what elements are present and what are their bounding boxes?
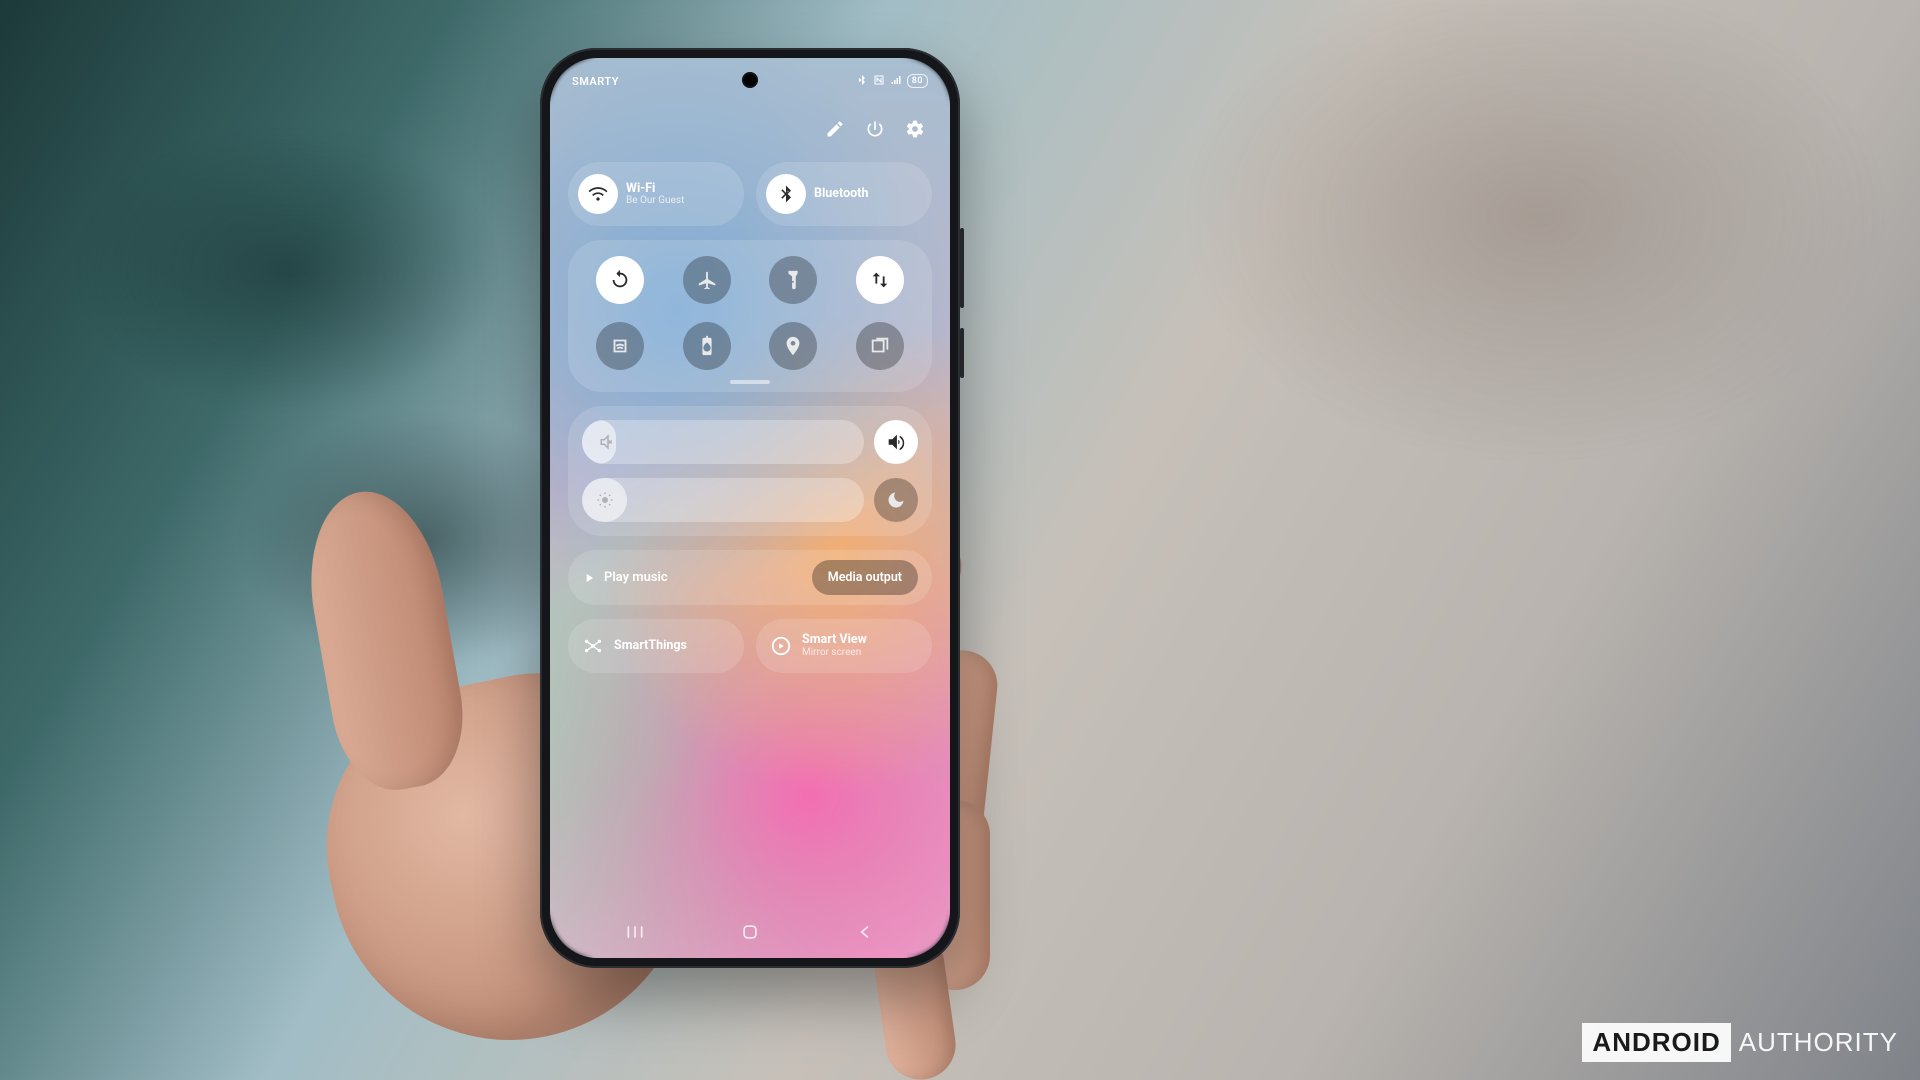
panel-drag-handle[interactable]: [730, 380, 770, 384]
smart-view-icon: [770, 635, 792, 657]
watermark: ANDROID AUTHORITY: [1582, 1023, 1898, 1062]
sound-mode-button[interactable]: [874, 420, 918, 464]
back-button[interactable]: [835, 923, 895, 941]
smartthings-title: SmartThings: [614, 639, 687, 653]
watermark-brand: ANDROID: [1582, 1023, 1730, 1062]
bluetooth-status-icon: [856, 74, 868, 89]
leaf-battery-icon: [696, 335, 718, 357]
smart-view-subtitle: Mirror screen: [802, 647, 867, 659]
volume-fill: [582, 420, 616, 464]
sliders-panel: [568, 406, 932, 536]
airplane-icon: [696, 269, 718, 291]
phone-frame: SMARTY 80: [540, 48, 960, 968]
wifi-title: Wi-Fi: [626, 182, 684, 196]
wifi-icon: [578, 174, 618, 214]
smartthings-icon: [582, 635, 604, 657]
multi-window-icon: [869, 335, 891, 357]
camera-notch: [742, 72, 758, 88]
smart-view-title: Smart View: [802, 633, 867, 647]
location-pin-icon: [782, 335, 804, 357]
multi-window-toggle[interactable]: [856, 322, 904, 370]
watermark-word: AUTHORITY: [1739, 1027, 1898, 1058]
airplane-mode-toggle[interactable]: [683, 256, 731, 304]
dark-mode-button[interactable]: [874, 478, 918, 522]
flashlight-icon: [782, 269, 804, 291]
flashlight-toggle[interactable]: [769, 256, 817, 304]
play-music-label: Play music: [604, 570, 668, 585]
carrier-label: SMARTY: [572, 75, 619, 88]
signal-status-icon: [890, 74, 902, 89]
home-button[interactable]: [720, 923, 780, 941]
bluetooth-tile[interactable]: Bluetooth: [756, 162, 932, 226]
battery-status-icon: 80: [907, 74, 928, 88]
screen: SMARTY 80: [550, 58, 950, 958]
rotate-icon: [609, 269, 631, 291]
nfc-status-icon: [873, 74, 885, 89]
brightness-fill: [582, 478, 627, 522]
smartthings-tile[interactable]: SmartThings: [568, 619, 744, 673]
quick-toggle-panel: [568, 240, 932, 392]
pencil-icon: [825, 119, 845, 139]
auto-rotate-toggle[interactable]: [596, 256, 644, 304]
media-panel: Play music Media output: [568, 550, 932, 605]
navigation-bar: [550, 912, 950, 952]
gear-icon: [905, 119, 925, 139]
power-button[interactable]: [864, 118, 886, 140]
play-music-button[interactable]: Play music: [582, 570, 668, 585]
smart-view-tile[interactable]: Smart View Mirror screen: [756, 619, 932, 673]
power-icon: [865, 119, 885, 139]
moon-icon: [886, 490, 906, 510]
bluetooth-icon: [766, 174, 806, 214]
hotspot-icon: [609, 335, 631, 357]
media-output-button[interactable]: Media output: [812, 560, 918, 595]
play-icon: [582, 571, 596, 585]
brightness-slider[interactable]: [582, 478, 864, 522]
data-arrows-icon: [869, 269, 891, 291]
speaker-icon: [885, 431, 907, 453]
bluetooth-title: Bluetooth: [814, 187, 868, 201]
volume-slider[interactable]: [582, 420, 864, 464]
mobile-data-toggle[interactable]: [856, 256, 904, 304]
power-saving-toggle[interactable]: [683, 322, 731, 370]
wifi-subtitle: Be Our Guest: [626, 195, 684, 206]
location-toggle[interactable]: [769, 322, 817, 370]
hotspot-toggle[interactable]: [596, 322, 644, 370]
edit-button[interactable]: [824, 118, 846, 140]
recents-button[interactable]: [605, 923, 665, 941]
settings-button[interactable]: [904, 118, 926, 140]
wifi-tile[interactable]: Wi-Fi Be Our Guest: [568, 162, 744, 226]
